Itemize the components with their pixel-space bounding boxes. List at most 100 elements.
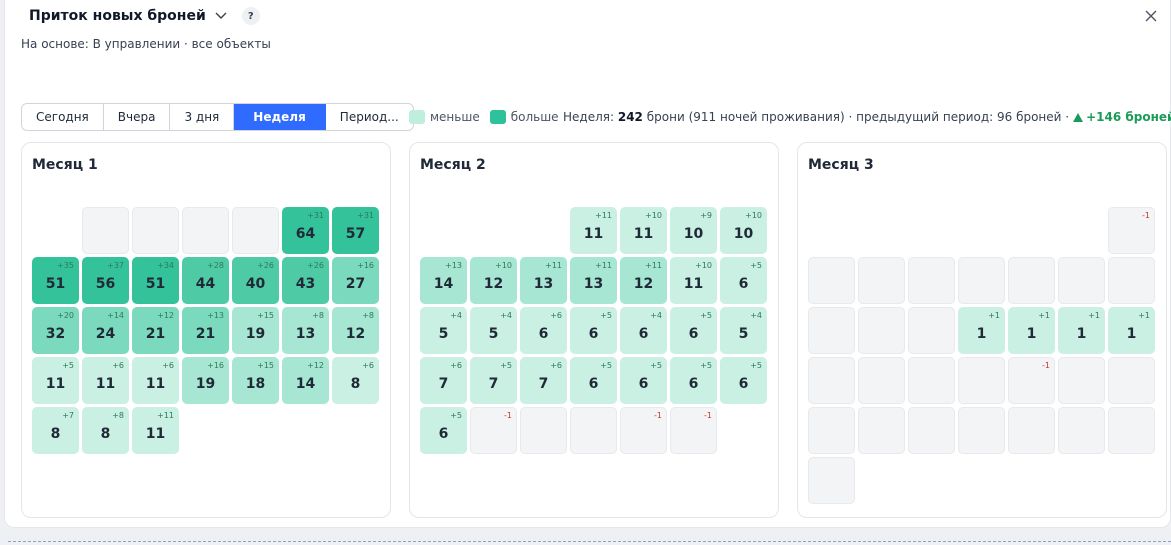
day-cell[interactable] <box>1108 257 1155 304</box>
day-cell[interactable]: +8 8 <box>82 407 129 454</box>
day-cell[interactable] <box>908 407 955 454</box>
day-cell[interactable]: +5 11 <box>32 357 79 404</box>
day-cell[interactable]: +26 40 <box>232 257 279 304</box>
day-cell[interactable]: +11 13 <box>570 257 617 304</box>
day-cell[interactable] <box>858 257 905 304</box>
day-cell[interactable]: +6 8 <box>332 357 379 404</box>
day-cell[interactable]: -1 <box>470 407 517 454</box>
day-cell[interactable]: -1 <box>670 407 717 454</box>
day-cell[interactable]: +11 11 <box>132 407 179 454</box>
day-cell[interactable]: +35 51 <box>32 257 79 304</box>
day-cell[interactable]: -1 <box>620 407 667 454</box>
day-cell[interactable] <box>570 407 617 454</box>
day-cell[interactable]: +5 6 <box>570 307 617 354</box>
day-cell[interactable]: +4 5 <box>720 307 767 354</box>
day-cell[interactable]: +11 13 <box>520 257 567 304</box>
period-week-button[interactable]: Неделя <box>234 104 326 130</box>
day-cell[interactable] <box>520 407 567 454</box>
day-cell[interactable]: +13 14 <box>420 257 467 304</box>
day-cell[interactable] <box>808 307 855 354</box>
period-yesterday-button[interactable]: Вчера <box>104 104 171 130</box>
page-title[interactable]: Приток новых броней <box>29 8 206 24</box>
day-cell[interactable] <box>958 357 1005 404</box>
day-cell[interactable]: +1 1 <box>1008 307 1055 354</box>
day-cell[interactable]: +11 11 <box>570 207 617 254</box>
day-cell[interactable]: +7 8 <box>32 407 79 454</box>
day-cell[interactable]: +1 1 <box>1108 307 1155 354</box>
day-cell[interactable] <box>908 307 955 354</box>
day-cell[interactable]: +34 51 <box>132 257 179 304</box>
day-cell[interactable] <box>232 207 279 254</box>
day-cell[interactable]: +5 6 <box>620 357 667 404</box>
day-cell[interactable]: +6 7 <box>420 357 467 404</box>
day-cell[interactable]: +1 1 <box>958 307 1005 354</box>
day-cell[interactable]: +12 14 <box>282 357 329 404</box>
day-cell[interactable] <box>908 257 955 304</box>
day-cell[interactable]: +31 64 <box>282 207 329 254</box>
period-custom-button[interactable]: Период... <box>326 104 413 130</box>
day-cell[interactable] <box>858 307 905 354</box>
day-cell[interactable]: +15 18 <box>232 357 279 404</box>
day-cell[interactable]: +16 27 <box>332 257 379 304</box>
day-cell[interactable] <box>808 457 855 504</box>
day-cell[interactable] <box>1108 407 1155 454</box>
day-cell[interactable]: +4 5 <box>470 307 517 354</box>
day-cell[interactable] <box>958 407 1005 454</box>
day-cell[interactable]: +8 12 <box>332 307 379 354</box>
day-cell[interactable]: +4 5 <box>420 307 467 354</box>
day-cell[interactable]: +10 10 <box>720 207 767 254</box>
day-cell[interactable] <box>958 257 1005 304</box>
period-3days-button[interactable]: 3 дня <box>170 104 235 130</box>
close-icon[interactable] <box>1144 8 1158 22</box>
day-cell[interactable] <box>858 407 905 454</box>
day-cell[interactable]: +10 11 <box>670 257 717 304</box>
day-cell[interactable]: +5 6 <box>720 357 767 404</box>
day-cell[interactable]: -1 <box>1008 357 1055 404</box>
day-cell[interactable]: +26 43 <box>282 257 329 304</box>
day-cell[interactable]: +10 11 <box>620 207 667 254</box>
day-cell[interactable]: +9 10 <box>670 207 717 254</box>
day-cell[interactable] <box>808 357 855 404</box>
day-cell[interactable]: +28 44 <box>182 257 229 304</box>
chevron-down-icon[interactable] <box>214 9 228 23</box>
day-cell[interactable] <box>1058 407 1105 454</box>
day-cell[interactable]: +15 19 <box>232 307 279 354</box>
day-cell[interactable] <box>82 207 129 254</box>
day-cell[interactable]: +4 6 <box>620 307 667 354</box>
day-cell[interactable]: +8 13 <box>282 307 329 354</box>
day-cell[interactable]: +5 6 <box>670 357 717 404</box>
day-cell[interactable]: +5 6 <box>670 307 717 354</box>
day-cell[interactable] <box>908 357 955 404</box>
day-cell[interactable]: +6 11 <box>132 357 179 404</box>
day-cell[interactable] <box>1008 257 1055 304</box>
day-cell[interactable]: +12 21 <box>132 307 179 354</box>
day-cell[interactable]: +20 32 <box>32 307 79 354</box>
day-cell[interactable]: +6 6 <box>520 307 567 354</box>
day-cell[interactable]: +37 56 <box>82 257 129 304</box>
day-cell[interactable]: +6 7 <box>520 357 567 404</box>
day-cell[interactable]: +16 19 <box>182 357 229 404</box>
day-cell[interactable] <box>808 257 855 304</box>
day-cell[interactable]: +13 21 <box>182 307 229 354</box>
day-cell[interactable]: +5 6 <box>420 407 467 454</box>
day-cell[interactable] <box>808 407 855 454</box>
day-cell[interactable] <box>1108 357 1155 404</box>
day-cell[interactable] <box>858 357 905 404</box>
day-cell[interactable]: +5 7 <box>470 357 517 404</box>
day-cell[interactable] <box>1008 407 1055 454</box>
day-cell[interactable]: +31 57 <box>332 207 379 254</box>
day-cell[interactable]: +5 6 <box>720 257 767 304</box>
period-today-button[interactable]: Сегодня <box>22 104 104 130</box>
day-cell[interactable]: +10 12 <box>470 257 517 304</box>
day-cell[interactable]: +5 6 <box>570 357 617 404</box>
day-cell[interactable]: +1 1 <box>1058 307 1105 354</box>
day-cell[interactable] <box>1058 257 1105 304</box>
day-cell[interactable] <box>1058 357 1105 404</box>
day-cell[interactable]: +14 24 <box>82 307 129 354</box>
help-icon[interactable]: ? <box>241 7 260 25</box>
day-cell[interactable]: +6 11 <box>82 357 129 404</box>
day-cell[interactable]: -1 <box>1108 207 1155 254</box>
day-cell[interactable]: +11 12 <box>620 257 667 304</box>
day-cell[interactable] <box>182 207 229 254</box>
day-cell[interactable] <box>132 207 179 254</box>
